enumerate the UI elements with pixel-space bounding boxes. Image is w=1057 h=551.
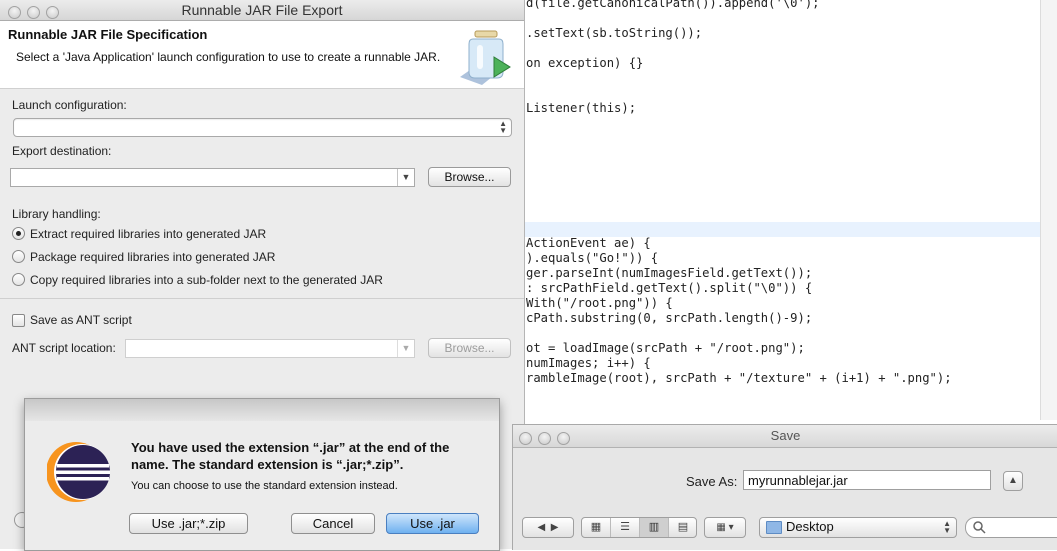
view-mode-segmented[interactable]: ▦ ☰ ▥ ▤ xyxy=(581,517,697,538)
library-option-label: Package required libraries into generate… xyxy=(30,250,276,264)
code-line: numImages; i++) { xyxy=(526,356,651,370)
code-line: .setText(sb.toString()); xyxy=(526,26,703,40)
ant-location-combo[interactable]: ▼ xyxy=(125,339,415,358)
code-line: d(file.getCanonicalPath()).append('\0'); xyxy=(526,0,820,10)
save-panel: Save Save As: myrunnablejar.jar ▲ ◀ ▶ ▦ … xyxy=(512,424,1057,550)
sheet-shade xyxy=(25,399,499,421)
code-line: Listener(this); xyxy=(526,101,637,115)
library-radio-copy[interactable] xyxy=(12,273,25,286)
expand-panel-button[interactable]: ▲ xyxy=(1003,471,1023,491)
library-handling-label: Library handling: xyxy=(12,207,101,221)
browse-destination-button[interactable]: Browse... xyxy=(428,167,511,187)
minimize-window-button[interactable] xyxy=(538,432,551,445)
library-option-label: Extract required libraries into generate… xyxy=(30,227,267,241)
updown-arrows-icon: ▲ ▼ xyxy=(943,519,951,535)
back-forward-buttons[interactable]: ◀ ▶ xyxy=(522,517,574,538)
export-destination-label: Export destination: xyxy=(12,144,112,158)
window-controls xyxy=(519,430,576,452)
jar-export-icon xyxy=(460,30,511,85)
sheet-detail: You can choose to use the standard exten… xyxy=(131,480,398,492)
column-view-icon[interactable]: ▥ xyxy=(639,518,668,537)
code-line: on exception) {} xyxy=(526,56,644,70)
arrange-menu-button[interactable]: ▦ ▾ xyxy=(704,517,746,538)
eclipse-logo-icon xyxy=(47,442,110,502)
editor-scrollbar[interactable] xyxy=(1040,0,1057,420)
current-line-highlight xyxy=(520,222,1057,237)
close-window-button[interactable] xyxy=(519,432,532,445)
code-line: : srcPathField.getText().split("\0")) { xyxy=(526,281,813,295)
library-option-label: Copy required libraries into a sub-folde… xyxy=(30,273,383,287)
code-line: ger.parseInt(numImagesField.getText()); xyxy=(526,266,813,280)
zoom-window-button[interactable] xyxy=(46,6,59,19)
search-icon xyxy=(973,521,986,534)
code-line: ot = loadImage(srcPath + "/root.png"); xyxy=(526,341,805,355)
save-as-label: Save As: xyxy=(686,474,738,489)
folder-icon xyxy=(766,521,782,534)
library-radio-extract[interactable] xyxy=(12,227,25,240)
code-line: ActionEvent ae) { xyxy=(526,236,651,250)
updown-arrows-icon: ▲ ▼ xyxy=(499,119,507,135)
window-titlebar: Runnable JAR File Export xyxy=(0,0,524,21)
save-panel-titlebar: Save xyxy=(513,425,1057,448)
dropdown-arrow-icon[interactable]: ▼ xyxy=(397,340,414,357)
zoom-window-button[interactable] xyxy=(557,432,570,445)
save-ant-checkbox[interactable] xyxy=(12,314,25,327)
launch-config-select[interactable]: ▲ ▼ xyxy=(13,118,512,137)
sheet-message: You have used the extension “.jar” at th… xyxy=(131,440,450,472)
filename-input[interactable]: myrunnablejar.jar xyxy=(743,470,991,490)
dropdown-arrow-icon[interactable]: ▼ xyxy=(397,169,414,186)
code-line: cPath.substring(0, srcPath.length()-9); xyxy=(526,311,813,325)
use-standard-extension-button[interactable]: Use .jar;*.zip xyxy=(129,513,248,534)
save-panel-title: Save xyxy=(770,428,801,443)
export-destination-combo[interactable]: ▼ xyxy=(10,168,415,187)
save-ant-label: Save as ANT script xyxy=(30,313,132,327)
wizard-description: Select a 'Java Application' launch confi… xyxy=(16,50,441,64)
location-value: Desktop xyxy=(786,519,834,534)
extension-confirm-sheet: You have used the extension “.jar” at th… xyxy=(24,398,500,551)
section-divider xyxy=(0,298,524,299)
location-popup[interactable]: Desktop ▲ ▼ xyxy=(759,517,957,538)
minimize-window-button[interactable] xyxy=(27,6,40,19)
ant-location-label: ANT script location: xyxy=(12,341,116,355)
close-window-button[interactable] xyxy=(8,6,21,19)
launch-config-label: Launch configuration: xyxy=(12,98,127,112)
wizard-heading: Runnable JAR File Specification xyxy=(8,27,208,42)
cancel-button[interactable]: Cancel xyxy=(291,513,375,534)
code-line: With("/root.png")) { xyxy=(526,296,673,310)
use-jar-button[interactable]: Use .jar xyxy=(386,513,479,534)
code-line: ).equals("Go!")) { xyxy=(526,251,659,265)
list-view-icon[interactable]: ☰ xyxy=(610,518,639,537)
search-field[interactable] xyxy=(965,517,1057,538)
library-radio-package[interactable] xyxy=(12,250,25,263)
icon-view-icon[interactable]: ▦ xyxy=(582,518,610,537)
coverflow-view-icon[interactable]: ▤ xyxy=(668,518,697,537)
code-line: rambleImage(root), srcPath + "/texture" … xyxy=(526,371,952,385)
window-title: Runnable JAR File Export xyxy=(181,2,343,18)
wizard-banner: Runnable JAR File Specification Select a… xyxy=(0,21,524,89)
browse-ant-button[interactable]: Browse... xyxy=(428,338,511,358)
